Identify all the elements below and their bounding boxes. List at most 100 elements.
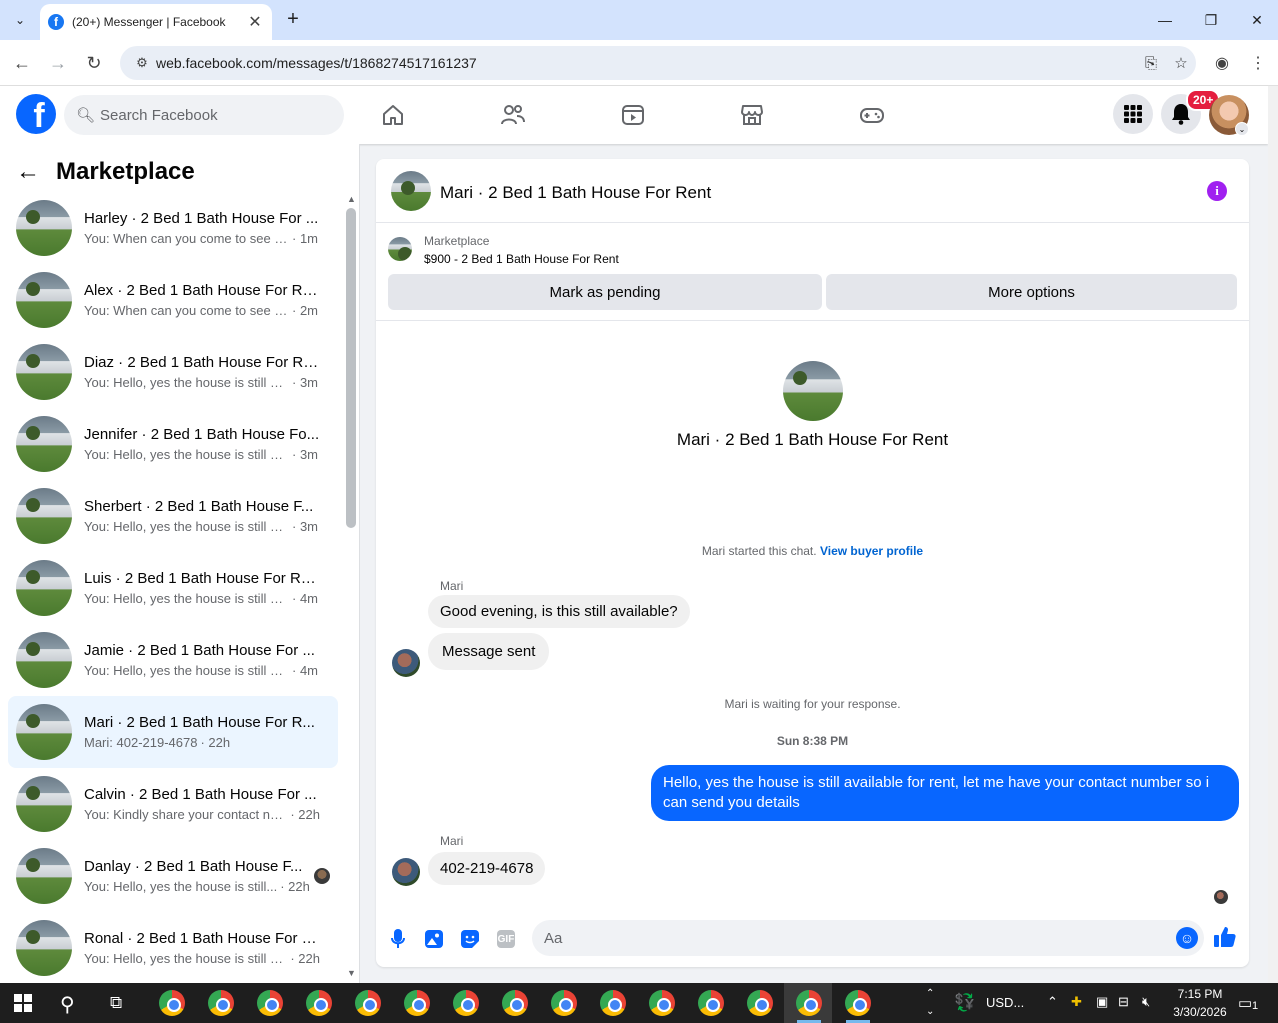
tab-search-dropdown-icon[interactable]: ⌄: [8, 8, 32, 32]
conversation-item[interactable]: Luis · 2 Bed 1 Bath House For Rent You: …: [8, 552, 338, 624]
message-input[interactable]: [532, 920, 1204, 956]
chrome-app-icon[interactable]: [306, 990, 332, 1016]
back-button[interactable]: ←: [9, 50, 35, 76]
gif-icon[interactable]: GIF: [497, 930, 515, 948]
url-text[interactable]: web.facebook.com/messages/t/186827451716…: [156, 55, 1136, 71]
conversation-item[interactable]: Jamie · 2 Bed 1 Bath House For ... You: …: [8, 624, 338, 696]
profile-icon[interactable]: ◉: [1209, 50, 1235, 76]
conversation-name: Diaz · 2 Bed 1 Bath House For Re...: [84, 354, 320, 371]
facebook-logo-icon[interactable]: f: [16, 94, 56, 134]
home-icon[interactable]: [378, 100, 408, 130]
sticker-icon[interactable]: [459, 928, 481, 950]
conversation-item[interactable]: Calvin · 2 Bed 1 Bath House For ... You:…: [8, 768, 338, 840]
chrome-menu-icon[interactable]: ⋮: [1245, 50, 1271, 76]
install-app-icon[interactable]: ⎘: [1136, 55, 1166, 72]
microphone-icon[interactable]: [387, 928, 409, 950]
scroll-down-arrow-icon[interactable]: ▼: [347, 968, 356, 978]
marketplace-icon[interactable]: [737, 100, 767, 130]
facebook-header: f 🔍︎ 20+ ⌄: [0, 86, 1268, 144]
chrome-app-icon[interactable]: [257, 990, 283, 1016]
chrome-app-icon[interactable]: [551, 990, 577, 1016]
chrome-app-icon[interactable]: [355, 990, 381, 1016]
chrome-app-icon[interactable]: [159, 990, 185, 1016]
site-info-icon[interactable]: ⚙: [128, 55, 156, 71]
chrome-app-icon[interactable]: [649, 990, 675, 1016]
minimize-button[interactable]: —: [1142, 0, 1188, 40]
show-hidden-icons-icon[interactable]: ⌃: [1047, 994, 1058, 1010]
chrome-app-icon[interactable]: [845, 990, 871, 1016]
chat-started-notice: Mari started this chat. View buyer profi…: [376, 544, 1249, 558]
volume-muted-icon[interactable]: 🔇︎: [1142, 994, 1150, 1010]
forward-button[interactable]: →: [45, 50, 71, 76]
conversation-item[interactable]: Alex · 2 Bed 1 Bath House For Re... You:…: [8, 264, 338, 336]
conversation-item[interactable]: Jennifer · 2 Bed 1 Bath House Fo... You:…: [8, 408, 338, 480]
sender-avatar[interactable]: [392, 649, 420, 677]
sender-avatar[interactable]: [392, 858, 420, 886]
tab-close-icon[interactable]: ✕: [246, 12, 264, 32]
account-chevron-icon[interactable]: ⌄: [1235, 122, 1249, 136]
restore-button[interactable]: ❐: [1188, 0, 1234, 40]
chrome-app-icon[interactable]: [502, 990, 528, 1016]
windows-start-icon[interactable]: [14, 994, 32, 1012]
video-icon[interactable]: [618, 100, 648, 130]
bookmark-star-icon[interactable]: ☆: [1166, 54, 1196, 72]
currency-widget-label[interactable]: USD...: [986, 995, 1024, 1010]
clock-date[interactable]: 3/30/2026: [1165, 1005, 1235, 1019]
conversation-item[interactable]: Harley · 2 Bed 1 Bath House For ... You:…: [8, 192, 338, 264]
listing-title[interactable]: $900 - 2 Bed 1 Bath House For Rent: [424, 252, 619, 266]
address-bar[interactable]: ⚙ web.facebook.com/messages/t/1868274517…: [120, 46, 1196, 80]
chrome-app-icon[interactable]: [404, 990, 430, 1016]
chrome-app-icon[interactable]: [698, 990, 724, 1016]
new-tab-button[interactable]: +: [282, 8, 304, 30]
clock-time[interactable]: 7:15 PM: [1170, 987, 1230, 1001]
incoming-message[interactable]: Good evening, is this still available?: [428, 595, 690, 628]
seen-avatar: [1214, 890, 1228, 904]
incoming-message[interactable]: 402-219-4678: [428, 852, 546, 885]
conversation-item[interactable]: Danlay · 2 Bed 1 Bath House F... You: He…: [8, 840, 338, 912]
page-scrollbar[interactable]: [1268, 86, 1278, 983]
more-options-button[interactable]: More options: [826, 274, 1237, 310]
gaming-icon[interactable]: [857, 100, 887, 130]
conversation-time: · 22h: [290, 807, 320, 822]
task-view-icon[interactable]: ⧉: [110, 993, 122, 1013]
search-box[interactable]: 🔍︎: [64, 95, 344, 135]
outgoing-message[interactable]: Hello, yes the house is still available …: [651, 765, 1239, 821]
chrome-app-icon[interactable]: [453, 990, 479, 1016]
sidebar-scrollbar[interactable]: [346, 208, 356, 528]
info-icon[interactable]: i: [1207, 181, 1227, 201]
conversation-item-active[interactable]: Mari · 2 Bed 1 Bath House For R... Mari:…: [8, 696, 338, 768]
taskbar-search-icon[interactable]: ⚲: [60, 992, 75, 1017]
back-arrow-icon[interactable]: ←: [16, 158, 48, 186]
chrome-app-icon[interactable]: [208, 990, 234, 1016]
incoming-message[interactable]: Message sent: [428, 633, 550, 670]
chrome-app-icon[interactable]: [796, 990, 822, 1016]
conversation-avatar[interactable]: [783, 361, 843, 421]
photo-icon[interactable]: [423, 928, 445, 950]
conversation-item[interactable]: Diaz · 2 Bed 1 Bath House For Re... You:…: [8, 336, 338, 408]
listing-thumbnail[interactable]: [388, 237, 412, 261]
chat-title[interactable]: Mari · 2 Bed 1 Bath House For Rent: [440, 183, 711, 203]
mark-as-pending-button[interactable]: Mark as pending: [388, 274, 822, 310]
close-window-button[interactable]: ✕: [1234, 0, 1278, 40]
chrome-app-icon[interactable]: [747, 990, 773, 1016]
chat-header: Mari · 2 Bed 1 Bath House For Rent i: [376, 159, 1249, 223]
scroll-up-arrow-icon[interactable]: ▲: [347, 194, 356, 204]
chat-avatar[interactable]: [391, 171, 431, 211]
browser-tab[interactable]: f (20+) Messenger | Facebook ✕: [40, 4, 272, 40]
reload-button[interactable]: ↻: [81, 50, 107, 76]
tray-app-icon[interactable]: ✚: [1071, 994, 1082, 1010]
chrome-app-icon[interactable]: [600, 990, 626, 1016]
view-buyer-profile-link[interactable]: View buyer profile: [820, 544, 923, 558]
meet-icon[interactable]: ▣: [1096, 994, 1108, 1010]
menu-grid-icon[interactable]: [1113, 94, 1153, 134]
conversation-item[interactable]: Ronal · 2 Bed 1 Bath House For R... You:…: [8, 912, 338, 984]
taskbar-scroll-arrows-icon[interactable]: ⌃ ⌄: [926, 985, 934, 1021]
network-icon[interactable]: ⊟: [1118, 994, 1129, 1010]
action-center-icon[interactable]: ▭: [1238, 994, 1252, 1012]
friends-icon[interactable]: [498, 100, 528, 130]
search-input[interactable]: [100, 106, 330, 124]
conversation-item[interactable]: Sherbert · 2 Bed 1 Bath House F... You: …: [8, 480, 338, 552]
thumbs-up-icon[interactable]: [1214, 926, 1236, 954]
currency-widget-icon[interactable]: 💱: [954, 993, 975, 1013]
emoji-icon[interactable]: ☺: [1176, 927, 1198, 949]
